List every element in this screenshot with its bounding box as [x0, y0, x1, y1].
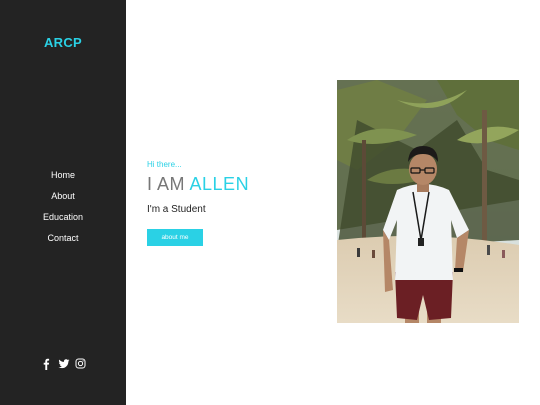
- profile-photo: [337, 80, 519, 323]
- sidebar: ARCP Home About Education Contact: [0, 0, 126, 405]
- headline-prefix: I AM: [147, 174, 190, 194]
- nav-item-education[interactable]: Education: [0, 210, 126, 231]
- headline-name: ALLEN: [189, 174, 250, 194]
- page: ARCP Home About Education Contact Hi the…: [0, 0, 540, 405]
- nav-item-contact[interactable]: Contact: [0, 231, 126, 252]
- social-links: [0, 358, 126, 370]
- nav-item-about[interactable]: About: [0, 189, 126, 210]
- about-me-button[interactable]: about me: [147, 229, 203, 246]
- greeting-text: Hi there...: [147, 160, 182, 169]
- instagram-icon[interactable]: [75, 358, 86, 370]
- role-text: I'm a Student: [147, 204, 206, 215]
- main-nav: Home About Education Contact: [0, 168, 126, 252]
- page-title: I AM ALLEN: [147, 174, 249, 195]
- facebook-icon[interactable]: [41, 358, 52, 370]
- nav-item-home[interactable]: Home: [0, 168, 126, 189]
- twitter-icon[interactable]: [58, 358, 69, 370]
- site-logo[interactable]: ARCP: [0, 35, 126, 50]
